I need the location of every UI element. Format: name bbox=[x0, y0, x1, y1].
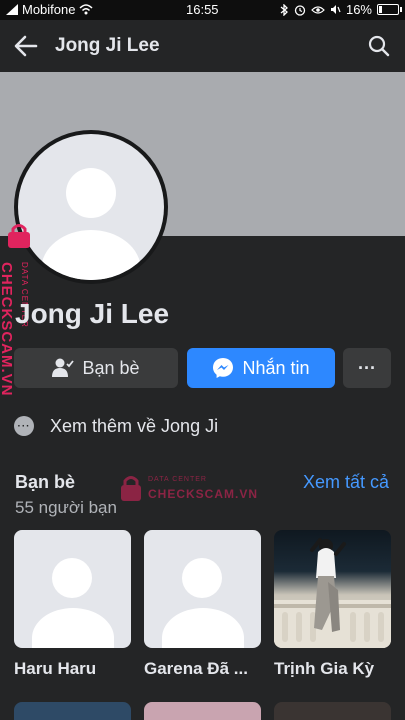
friends-section-title: Bạn bè bbox=[15, 472, 76, 492]
watermark-center-lock-icon bbox=[121, 476, 141, 501]
carrier-group: Mobifone bbox=[6, 2, 94, 17]
more-dots-icon: ··· bbox=[14, 416, 34, 436]
search-icon[interactable] bbox=[367, 34, 391, 58]
more-options-button[interactable]: ··· bbox=[343, 348, 391, 388]
friend-avatar-body-shape bbox=[162, 608, 244, 648]
friend-check-icon bbox=[52, 358, 75, 377]
watermark-center-caption: DATA CENTER bbox=[148, 476, 207, 483]
signal-icon bbox=[6, 4, 18, 15]
wifi-icon bbox=[79, 4, 94, 15]
messenger-icon bbox=[213, 358, 234, 378]
status-bar: Mobifone 16:55 16% bbox=[0, 0, 405, 20]
friend-avatar-head-shape bbox=[52, 558, 92, 598]
see-all-friends-link[interactable]: Xem tất cả bbox=[303, 472, 389, 493]
friend-name: Trịnh Gia Kỳ bbox=[274, 659, 375, 678]
avatar-body-shape bbox=[41, 230, 141, 280]
friends-count: 55 người bạn bbox=[15, 498, 117, 517]
watermark-center-brand: CHECKSCAM.VN bbox=[148, 487, 259, 501]
friend-name: Haru Haru bbox=[14, 659, 97, 678]
alarm-icon bbox=[294, 4, 306, 16]
friend-avatar-head-shape bbox=[182, 558, 222, 598]
watermark-brand-vertical: CHECKSCAM.VN bbox=[0, 262, 15, 397]
friend-photo-default bbox=[14, 530, 131, 648]
battery-percent: 16% bbox=[345, 2, 372, 17]
more-options-icon: ··· bbox=[358, 357, 376, 378]
friend-avatar-body-shape bbox=[32, 608, 114, 648]
friend-card[interactable]: Haru Haru bbox=[14, 530, 131, 679]
friend-card[interactable]: Garena Đã ... bbox=[144, 530, 261, 679]
message-button-label: Nhắn tin bbox=[242, 357, 310, 378]
friends-button-label: Bạn bè bbox=[82, 357, 140, 378]
see-more-about-row[interactable]: ··· Xem thêm về Jong Ji bbox=[14, 412, 218, 440]
see-more-about-label: Xem thêm về Jong Ji bbox=[50, 415, 219, 436]
carrier-name: Mobifone bbox=[22, 2, 76, 17]
message-button[interactable]: Nhắn tin bbox=[187, 348, 335, 388]
friend-card-peek[interactable] bbox=[144, 702, 261, 720]
mute-icon bbox=[330, 5, 341, 14]
friends-button[interactable]: Bạn bè bbox=[14, 348, 178, 388]
clock: 16:55 bbox=[186, 2, 219, 17]
app-bar-title: Jong Ji Lee bbox=[55, 35, 160, 56]
watermark-center: DATA CENTER CHECKSCAM.VN bbox=[120, 474, 260, 506]
friend-card[interactable]: Trịnh Gia Kỳ bbox=[274, 530, 391, 679]
battery-icon bbox=[377, 4, 402, 15]
bluetooth-icon bbox=[280, 3, 288, 16]
friend-photo-default bbox=[144, 530, 261, 648]
avatar-head-shape bbox=[66, 168, 116, 218]
more-dots-glyph: ··· bbox=[17, 420, 31, 432]
profile-name: Jong Ji Lee bbox=[15, 298, 170, 329]
app-bar: Jong Ji Lee bbox=[0, 20, 405, 72]
eye-comfort-icon bbox=[311, 5, 325, 14]
friend-card-peek[interactable] bbox=[14, 702, 131, 720]
friend-name: Garena Đã ... bbox=[144, 659, 248, 678]
friend-photo-illustration bbox=[274, 538, 391, 648]
battery-fill bbox=[379, 6, 382, 13]
friend-photo bbox=[274, 530, 391, 648]
watermark-lock-icon bbox=[8, 224, 30, 248]
friend-card-peek[interactable] bbox=[274, 702, 391, 720]
back-arrow-icon[interactable] bbox=[12, 32, 40, 60]
status-icons: 16% bbox=[280, 2, 402, 17]
